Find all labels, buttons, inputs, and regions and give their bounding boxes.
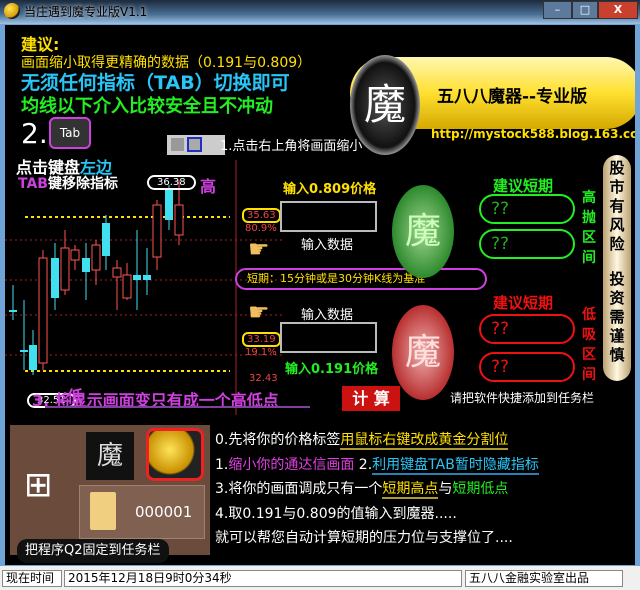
candle-body [70,249,80,261]
candle-body [29,345,37,370]
candle-body [91,244,101,271]
status-time: 2015年12月18日9时0分34秒 [64,570,462,587]
folder-icon [90,492,116,530]
risk-line2: 投资需谨慎 [609,270,625,364]
candle-body [143,275,151,280]
candle-body [133,275,141,280]
candle-body [51,258,59,298]
q2-app-icon[interactable] [146,428,204,481]
instruction-3: 3.将你的画面调成只有一个短期高点与短期低点 [215,481,509,499]
instructions: 0.先将你的价格标签用鼠标右键改成黄金分割位 1.缩小你的通达信画面 2.利用键… [215,428,539,551]
main-panel: 建议: 画面缩小取得更精确的数据（0.191与0.809） 无须任何指标（TAB… [5,25,635,565]
instruction-5: 就可以帮您自动计算短期的压力位与支撑位了.... [215,530,513,546]
title-bar: 当庄遇到魔专业版V1.1 – □ X [0,0,640,24]
max-illustration-icon [187,137,202,152]
high-input-caption: 输入数据 [301,238,354,253]
suggest-high-value2: ?? [479,229,575,259]
level-low-tag: 33.19 [242,332,281,347]
window-buttons-illustration [167,135,225,155]
pointing-hand-icon: ☛ [248,235,270,263]
risk-line1: 股市有风险 [609,159,625,253]
app-icon [4,3,20,19]
low-input-caption: 输入数据 [301,308,354,323]
candle-body [165,190,173,220]
suggest-high-title: 建议短期 [493,177,554,195]
risk-warning: 股市有风险 投资需谨慎 [603,155,631,381]
candle-body [102,223,110,256]
step1-text: 1.点击右上角将画面缩小 [220,139,363,154]
low-zone-label: 低吸区间 [582,307,596,383]
brand-url[interactable]: http://mystock588.blog.163.com [431,127,635,141]
brand-name: 五八八魔器--专业版 [437,87,588,107]
minimize-button[interactable]: – [543,1,572,19]
candle-body [9,310,17,312]
tab-key-icon: Tab [49,117,91,149]
high-zone-label: 高抛区间 [582,190,596,266]
instruction-0: 0.先将你的价格标签用鼠标右键改成黄金分割位 [215,432,509,450]
suggest-low-title: 建议短期 [493,294,554,312]
step3-underline [45,406,310,408]
folder-tile: 000001 [79,485,205,539]
calculate-button[interactable]: 计 算 [342,386,400,411]
candle-body [122,274,132,299]
taskbar-illustration: ⊞ 魔 000001 [10,425,210,555]
candles [9,180,184,375]
candle-body [112,267,122,278]
pct-low: 19.1% [245,347,277,358]
advice-line3: 均线以下介入比较安全且不冲动 [21,96,273,117]
status-bar: 现在时间 2015年12月18日9时0分34秒 五八八金融实验室出品 [0,566,640,590]
suggest-low-value2: ?? [479,352,575,382]
low-price-input[interactable] [280,322,377,353]
pointing-hand-icon: ☛ [248,298,270,326]
red-seal-icon: 魔 [392,305,454,400]
level-high-tag: 35.63 [242,208,281,223]
folder-name: 000001 [135,503,193,521]
mo-app-icon: 魔 [86,432,134,480]
high-price-input[interactable] [280,201,377,232]
suggest-low-value1: ?? [479,314,575,344]
low-input-label: 输入0.191价格 [285,362,379,377]
candle-body [60,247,70,291]
status-vendor: 五八八金融实验室出品 [465,570,623,587]
maximize-button[interactable]: □ [572,1,598,19]
instruction-1: 1.缩小你的通达信画面 2.利用键盘TAB暂时隐藏指标 [215,456,539,475]
candle-body [152,204,162,258]
chart-bottom-price: 32.43 [249,373,278,384]
step2-number: 2. [21,117,48,150]
pct-high: 80.9% [245,223,277,234]
high-price-tag: 36.38 [147,175,196,190]
candle-body [38,257,48,364]
candle-body [82,258,90,272]
logo-text: 魔 [363,80,406,129]
window-title: 当庄遇到魔专业版V1.1 [24,5,148,19]
candle-body [20,350,28,352]
period-note: 短期：15分钟或是30分钟K线为基准 [235,268,487,290]
status-label: 现在时间 [2,570,62,587]
taskbar-hint: 请把软件快捷添加到任务栏 [450,391,595,405]
suggest-high-value1: ?? [479,194,575,224]
advice-line2: 无须任何指标（TAB）切换即可 [21,72,290,94]
min-illustration-icon [171,138,184,151]
green-seal-icon: 魔 [392,185,454,278]
windows-logo-icon: ⊞ [24,465,53,505]
tab-key-label: Tab [59,126,81,140]
high-input-label: 输入0.809价格 [283,182,377,197]
instruction-4: 4.取0.191与0.809的值输入到魔器..... [215,505,457,522]
close-button[interactable]: X [598,1,638,19]
high-word: 高 [200,177,217,196]
candle-body [174,204,184,236]
pin-caption: 把程序Q2固定到任务栏 [17,539,169,563]
